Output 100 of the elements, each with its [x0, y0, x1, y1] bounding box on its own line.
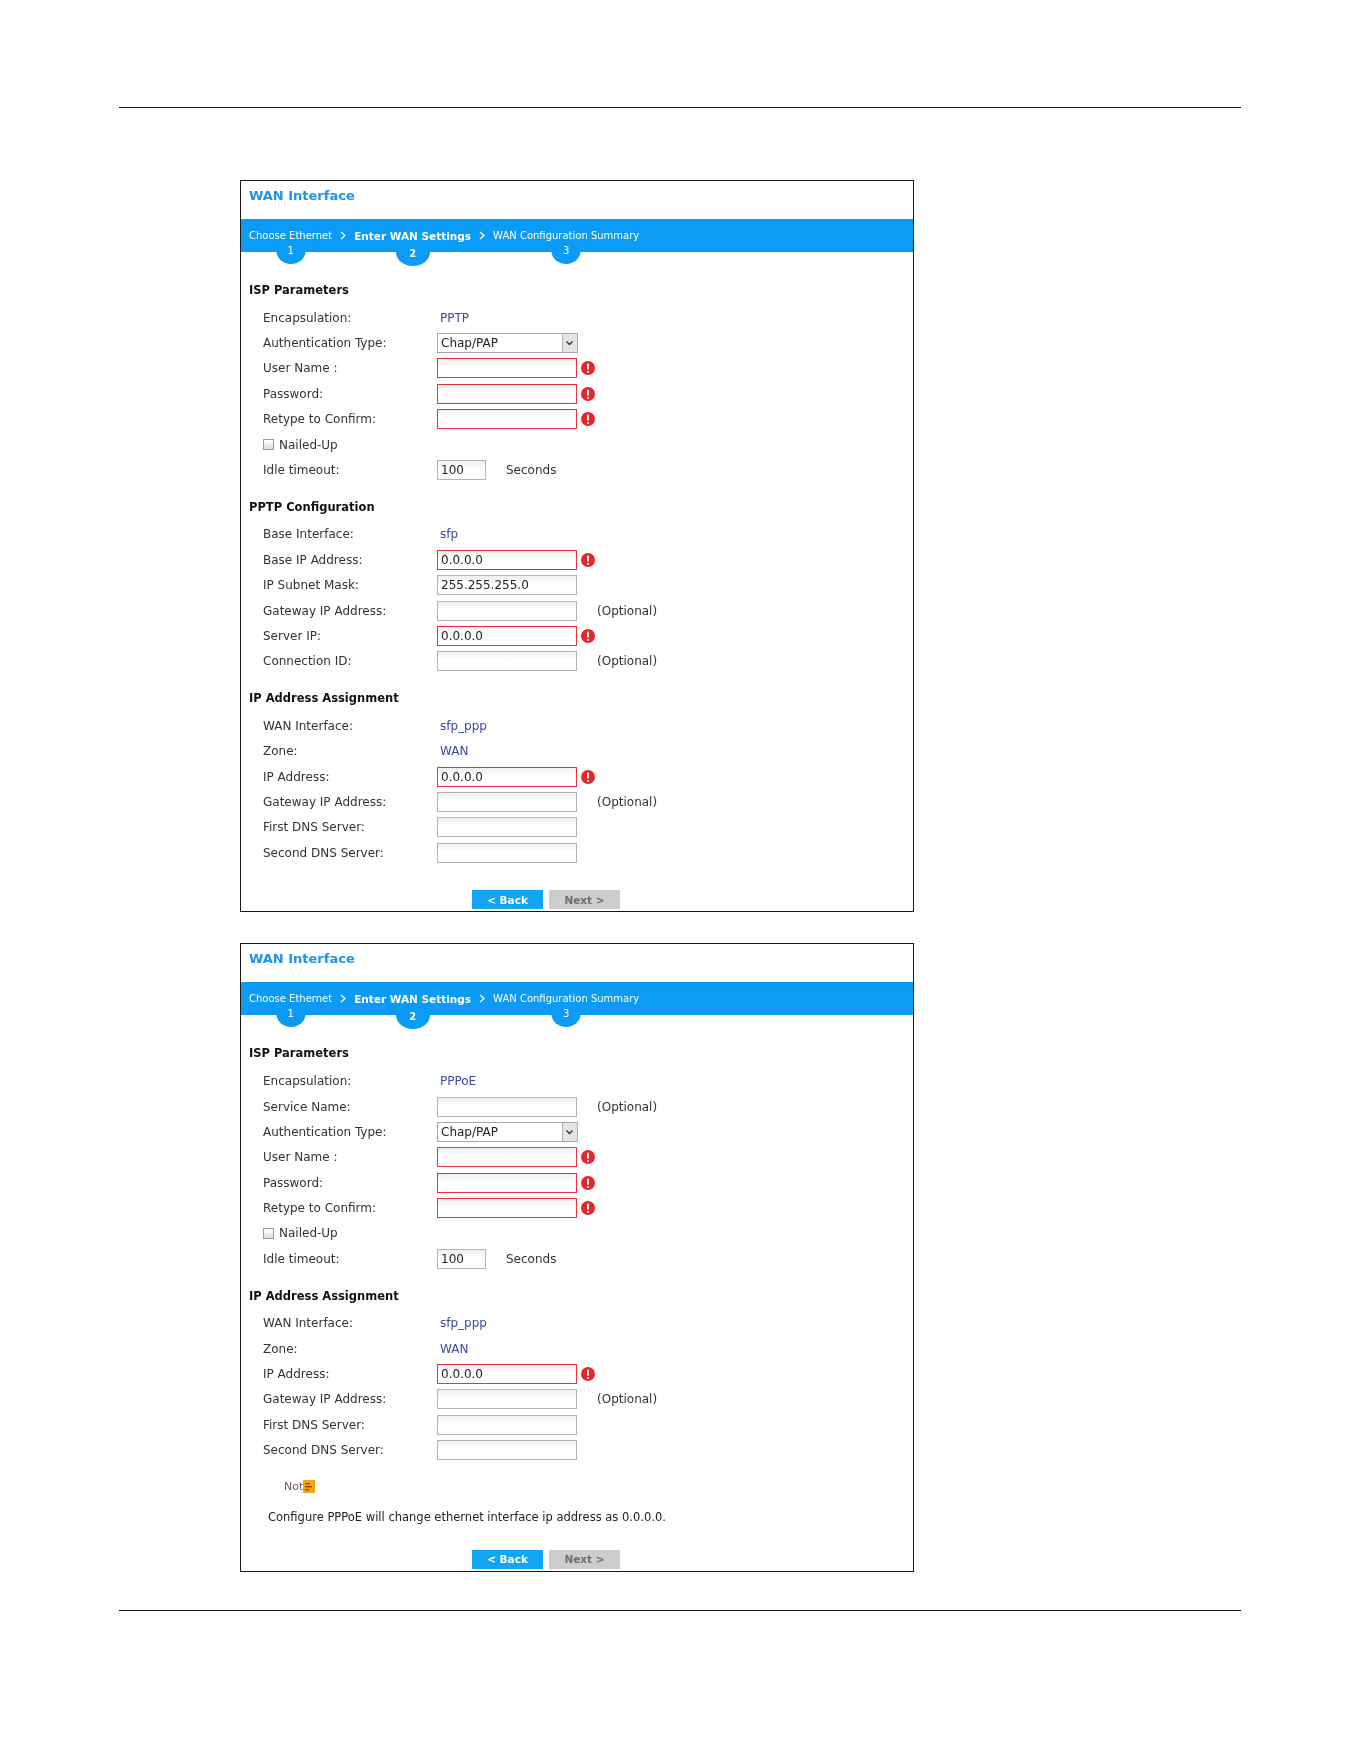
field-label: Connection ID: [263, 654, 353, 669]
field-label: Password: [263, 1175, 325, 1190]
input-field[interactable]: 255.255.255.0 [437, 575, 577, 596]
checkbox-label: Nailed-Up [279, 437, 338, 452]
field-label: Idle timeout: [263, 1251, 341, 1266]
section-heading: IP Address Assignment [249, 1287, 400, 1304]
field-label: Second DNS Server: [263, 1443, 385, 1458]
field-suffix: (Optional) [597, 794, 658, 809]
field-label: Zone: [263, 744, 299, 759]
field-label: User Name : [263, 361, 339, 376]
alert-icon [581, 361, 595, 376]
input-field[interactable]: 0.0.0.0 [437, 766, 577, 787]
input-field[interactable] [437, 1172, 577, 1193]
alert-icon [581, 1201, 595, 1216]
field-label: Retype to Confirm: [263, 412, 377, 427]
field-label: Server IP: [263, 629, 322, 643]
step-label: Choose Ethernet [249, 991, 333, 1006]
field-label: Second DNS Server: [263, 845, 385, 860]
dropdown[interactable]: Chap/PAP [437, 1121, 578, 1142]
field-suffix: (Optional) [597, 1099, 658, 1114]
dropdown[interactable]: Chap/PAP [437, 333, 578, 354]
field-label: Service Name: [263, 1099, 352, 1114]
checkbox[interactable] [263, 439, 274, 451]
field-label: Gateway IP Address: [263, 603, 388, 618]
chevron-icon [340, 994, 347, 1004]
field-label: First DNS Server: [263, 820, 366, 835]
alert-icon [581, 386, 595, 401]
alert-icon [581, 769, 595, 784]
field-label: First DNS Server: [263, 1417, 366, 1432]
alert-icon [581, 1150, 595, 1165]
input-field[interactable] [437, 1198, 577, 1219]
section-heading: ISP Parameters [249, 1045, 350, 1062]
field-label: Authentication Type: [263, 336, 388, 351]
input-field[interactable]: 100 [437, 1248, 486, 1269]
field-label: Encapsulation: [263, 1074, 353, 1089]
field-label: Zone: [263, 1341, 299, 1356]
panel-title: WAN Interface [248, 950, 356, 969]
field-label: WAN Interface: [263, 718, 354, 733]
input-field[interactable] [437, 1414, 577, 1435]
field-label: WAN Interface: [263, 1316, 354, 1331]
field-suffix: (Optional) [597, 603, 658, 618]
section-heading: ISP Parameters [249, 282, 350, 298]
field-value: sfp [439, 527, 459, 542]
field-label: Gateway IP Address: [263, 794, 388, 809]
checkbox[interactable] [263, 1227, 274, 1239]
panel-title: WAN Interface [248, 187, 356, 205]
input-field[interactable]: 0.0.0.0 [437, 549, 577, 570]
input-field[interactable] [437, 1147, 577, 1168]
input-field[interactable] [437, 842, 577, 863]
input-field[interactable] [437, 817, 577, 838]
field-label: IP Address: [263, 1367, 331, 1381]
chevron-icon [479, 994, 486, 1004]
step-label: Enter WAN Settings [354, 991, 472, 1006]
input-field[interactable]: 0.0.0.0 [437, 626, 577, 646]
field-label: IP Subnet Mask: [263, 578, 360, 593]
input-field[interactable] [437, 791, 577, 812]
input-field[interactable]: 0.0.0.0 [437, 1364, 577, 1384]
section-heading: PPTP Configuration [249, 498, 376, 515]
field-value: WAN [439, 1341, 469, 1356]
note-text: Configure PPPoE will change ethernet interface ip address as 0.0.0.0. [267, 1508, 667, 1525]
alert-icon [581, 552, 595, 567]
step-label: WAN Configuration Summary [493, 228, 640, 243]
step-label: Choose Ethernet [249, 228, 333, 243]
input-field[interactable] [437, 383, 577, 404]
input-field[interactable] [437, 358, 577, 379]
field-suffix: (Optional) [597, 654, 658, 669]
field-label: Retype to Confirm: [263, 1201, 377, 1216]
field-value: sfp_ppp [439, 718, 487, 733]
input-field[interactable] [437, 1096, 577, 1117]
field-label: Password: [263, 386, 325, 401]
input-field[interactable] [437, 651, 577, 672]
field-label: Idle timeout: [263, 463, 341, 478]
chevron-icon [340, 231, 347, 240]
field-label: Encapsulation: [263, 310, 353, 325]
input-field[interactable] [437, 1440, 577, 1461]
field-value: sfp_ppp [439, 1316, 487, 1331]
alert-icon [581, 1175, 595, 1190]
field-label: Base IP Address: [263, 552, 364, 567]
field-label: Gateway IP Address: [263, 1392, 388, 1407]
field-value: WAN [439, 744, 469, 759]
field-label: User Name : [263, 1150, 339, 1165]
chevron-icon [479, 231, 486, 240]
field-label: IP Address: [263, 769, 331, 784]
input-field[interactable] [437, 409, 577, 430]
field-suffix: (Optional) [597, 1392, 658, 1407]
input-field[interactable] [437, 1389, 577, 1410]
step-label: WAN Configuration Summary [493, 991, 640, 1006]
field-label: Base Interface: [263, 527, 355, 542]
field-suffix: Seconds [506, 1251, 557, 1266]
note-icon [303, 1480, 316, 1494]
field-value: PPPoE [439, 1074, 477, 1089]
alert-icon [581, 412, 595, 427]
alert-icon [581, 1367, 595, 1381]
step-number: 3 [551, 244, 581, 264]
step-label: Enter WAN Settings [354, 228, 472, 243]
step-number: 1 [276, 244, 306, 264]
input-field[interactable] [437, 600, 577, 621]
step-number: 3 [551, 1007, 581, 1028]
input-field[interactable]: 100 [437, 460, 486, 481]
field-suffix: Seconds [506, 463, 557, 478]
